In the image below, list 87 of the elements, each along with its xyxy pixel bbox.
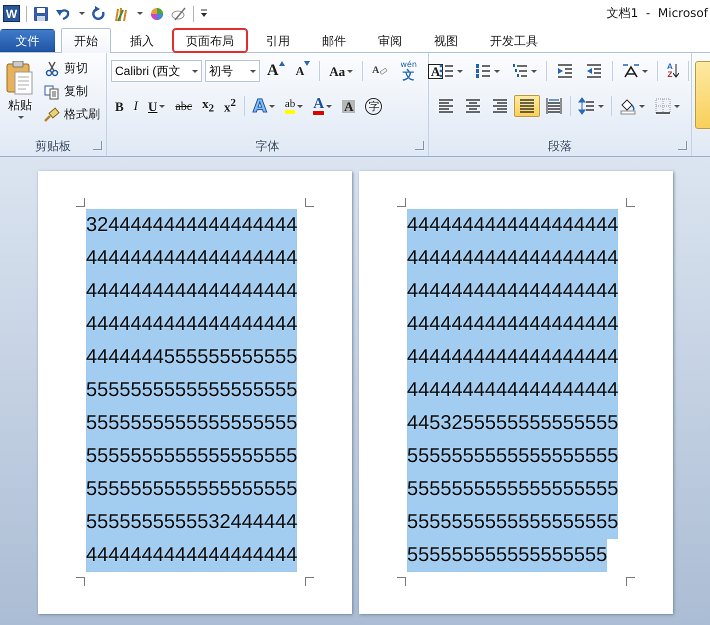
- asian-layout-icon: [622, 62, 640, 80]
- ribbon-tab[interactable]: 视图: [421, 29, 471, 52]
- ribbon-tab[interactable]: 开始: [61, 28, 111, 53]
- ribbon-tab[interactable]: 邮件: [309, 29, 359, 52]
- color-wheel-icon[interactable]: [149, 6, 165, 22]
- justify-button[interactable]: [514, 95, 540, 117]
- multilevel-list-icon: [511, 62, 529, 80]
- shrink-font-button[interactable]: A: [292, 60, 314, 82]
- caret-icon[interactable]: [79, 12, 85, 15]
- distribute-icon: [545, 97, 563, 115]
- caret-icon: [457, 70, 463, 72]
- decrease-indent-icon: [556, 62, 574, 80]
- caret-icon: [297, 104, 304, 108]
- align-center-icon: [464, 97, 482, 115]
- pens-icon[interactable]: [113, 6, 129, 22]
- save-icon[interactable]: [33, 6, 49, 22]
- subscript-button[interactable]: x$_{2}$: [198, 95, 218, 117]
- down-arrow-icon: [672, 64, 679, 78]
- ribbon-tab[interactable]: 插入: [117, 29, 167, 52]
- align-right-icon: [491, 97, 509, 115]
- scissors-icon: [44, 60, 60, 76]
- caret-icon: [159, 104, 166, 108]
- caret-icon: [639, 104, 645, 108]
- group-label: 剪贴板: [35, 138, 71, 154]
- borders-icon: [654, 97, 672, 115]
- ribbon-tab[interactable]: 开发工具: [477, 29, 551, 52]
- justify-icon: [518, 97, 536, 115]
- font-name-field[interactable]: Calibri (西文: [111, 60, 202, 82]
- crop-mark: [397, 577, 406, 586]
- increase-indent-icon: [585, 62, 603, 80]
- paste-button[interactable]: 粘贴: [2, 59, 38, 136]
- crop-mark: [626, 198, 635, 207]
- ribbon-tab[interactable]: 审阅: [365, 29, 415, 52]
- redo-icon[interactable]: [91, 6, 107, 22]
- caret-icon: [18, 116, 24, 119]
- caret-icon: [268, 104, 275, 108]
- copy-button[interactable]: 复制: [42, 82, 102, 101]
- crop-mark: [76, 198, 85, 207]
- file-menu-button[interactable]: 文件: [0, 29, 55, 52]
- caret-icon: [642, 70, 648, 72]
- font-size-field[interactable]: 初号: [205, 60, 260, 82]
- clear-formatting-button[interactable]: A: [368, 60, 394, 82]
- customize-menu-icon[interactable]: [200, 8, 208, 18]
- caret-icon: [674, 104, 680, 108]
- crop-mark: [76, 577, 85, 586]
- crop-mark: [626, 577, 635, 586]
- window-title: 文档1 - Microsof: [606, 5, 710, 22]
- caret-icon: [326, 104, 332, 108]
- crop-mark: [305, 198, 314, 207]
- caret-icon: [598, 104, 604, 108]
- sort-button[interactable]: A Z: [663, 60, 683, 82]
- caret-icon: [192, 70, 198, 72]
- caret-icon[interactable]: [137, 12, 143, 15]
- change-case-button[interactable]: Aa: [325, 60, 358, 82]
- caret-icon: [494, 70, 500, 72]
- font-color-button[interactable]: A: [309, 95, 336, 117]
- app-logo[interactable]: W: [3, 5, 20, 22]
- crop-mark: [305, 577, 314, 586]
- cut-button[interactable]: 剪切: [42, 59, 102, 78]
- pen-icon[interactable]: [171, 6, 187, 22]
- ribbon-tab[interactable]: 页面布局: [173, 29, 247, 52]
- shading-button[interactable]: A: [338, 95, 360, 117]
- grow-font-button[interactable]: A: [263, 60, 289, 82]
- line-spacing-icon: [578, 97, 596, 115]
- caret-icon: [347, 70, 354, 72]
- group-label: 字体: [256, 138, 280, 154]
- down-triangle-icon: [304, 61, 310, 66]
- underline-button[interactable]: U: [144, 95, 170, 117]
- numbering-icon: [474, 62, 492, 80]
- highlight-button[interactable]: ab: [280, 95, 308, 117]
- crop-mark: [397, 198, 406, 207]
- caret-icon: [250, 70, 256, 72]
- up-triangle-icon: [278, 61, 285, 66]
- caret-icon: [531, 70, 537, 72]
- italic-button[interactable]: I: [130, 95, 142, 117]
- format-painter-button[interactable]: 格式刷: [42, 105, 102, 124]
- clipboard-icon: [6, 61, 34, 95]
- ribbon-tab[interactable]: 引用: [253, 29, 303, 52]
- group-label: 段落: [548, 138, 572, 154]
- strikethrough-button[interactable]: abc: [171, 95, 196, 117]
- align-left-icon: [437, 97, 455, 115]
- superscript-button[interactable]: x$^{2}$: [220, 95, 240, 117]
- brush-icon: [44, 106, 60, 122]
- bold-button[interactable]: B: [111, 95, 128, 117]
- paint-bucket-icon: [619, 97, 637, 115]
- copy-icon: [44, 84, 60, 100]
- phonetic-guide-button[interactable]: wén 文: [396, 60, 421, 82]
